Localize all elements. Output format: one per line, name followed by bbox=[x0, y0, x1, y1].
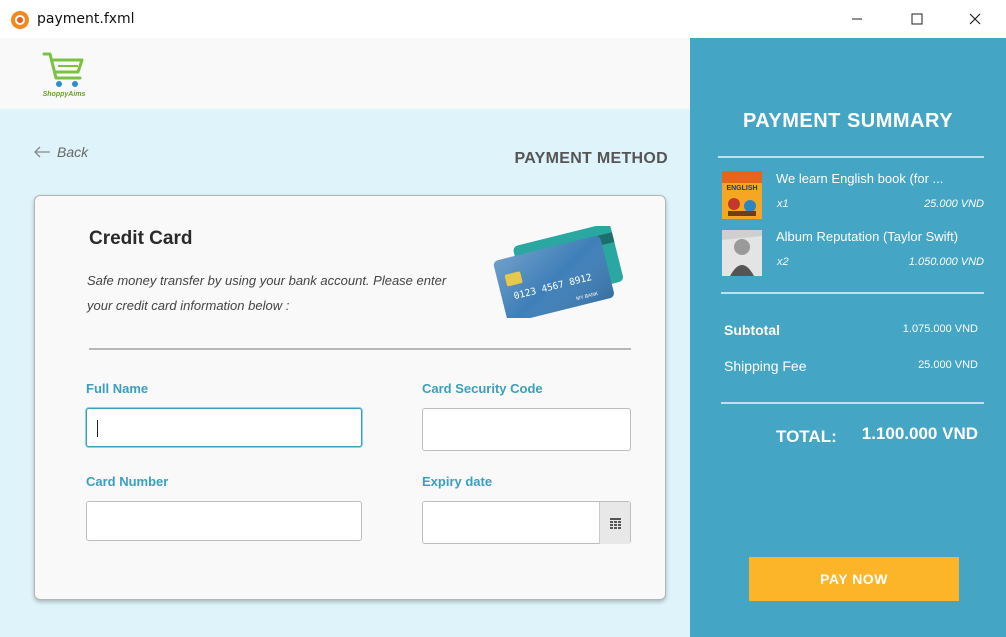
full-name-field[interactable] bbox=[86, 408, 362, 447]
total-value: 1.100.000 VND bbox=[861, 424, 978, 443]
minimize-icon bbox=[852, 18, 862, 20]
book-thumbnail: ENGLISH bbox=[722, 171, 762, 219]
shipping-fee-value: 25.000 VND bbox=[918, 359, 978, 371]
security-code-field[interactable] bbox=[422, 408, 631, 451]
window-titlebar: payment.fxml bbox=[0, 0, 1006, 38]
credit-card-illustration: 0123 4567 8912 MY BANK bbox=[493, 226, 623, 318]
subtotal-value: 1.075.000 VND bbox=[902, 323, 978, 335]
divider bbox=[721, 292, 984, 294]
item-quantity: x2 bbox=[777, 256, 789, 268]
card-description: Safe money transfer by using your bank a… bbox=[87, 273, 447, 313]
payment-method-panel: ShoppyAims Back PAYMENT METHOD Credit Ca… bbox=[0, 38, 690, 637]
minimize-button[interactable] bbox=[834, 0, 880, 38]
card-number-field[interactable] bbox=[86, 501, 362, 541]
subtotal-label: Subtotal bbox=[724, 322, 780, 338]
maximize-button[interactable] bbox=[894, 0, 940, 38]
divider bbox=[89, 348, 631, 350]
payment-summary-panel: PAYMENT SUMMARY ENGLISH We learn English… bbox=[690, 38, 1006, 637]
calendar-icon bbox=[609, 517, 621, 529]
shipping-fee-label: Shipping Fee bbox=[724, 358, 807, 374]
arrow-left-icon bbox=[34, 146, 50, 158]
total-label: TOTAL: bbox=[776, 427, 837, 446]
summary-title: PAYMENT SUMMARY bbox=[742, 110, 954, 132]
card-number-label: Card Number bbox=[86, 474, 169, 489]
maximize-icon bbox=[911, 13, 923, 25]
divider bbox=[721, 402, 984, 404]
text-caret bbox=[97, 420, 98, 437]
credit-card-form: Credit Card Safe money transfer by using… bbox=[34, 195, 666, 600]
header-bar: ShoppyAims bbox=[0, 38, 690, 109]
full-name-label: Full Name bbox=[86, 381, 149, 396]
order-item: Album Reputation (Taylor Swift) x2 1.050… bbox=[722, 229, 990, 279]
divider bbox=[718, 156, 984, 158]
expiry-date-field[interactable] bbox=[422, 501, 631, 544]
item-price: 25.000 VND bbox=[924, 198, 984, 210]
close-icon bbox=[969, 13, 981, 25]
close-button[interactable] bbox=[952, 0, 998, 38]
back-link[interactable]: Back bbox=[33, 144, 88, 160]
logo-text: ShoppyAims bbox=[43, 91, 86, 98]
shopping-cart-icon: ShoppyAims bbox=[42, 52, 86, 98]
security-code-label: Card Security Code bbox=[422, 381, 543, 396]
page-title: PAYMENT METHOD bbox=[514, 150, 668, 167]
app-icon bbox=[11, 11, 29, 29]
item-name: Album Reputation (Taylor Swift) bbox=[776, 229, 959, 244]
window-title: payment.fxml bbox=[37, 11, 135, 27]
card-title: Credit Card bbox=[89, 228, 193, 249]
date-picker-button[interactable] bbox=[599, 502, 630, 544]
item-price: 1.050.000 VND bbox=[908, 256, 984, 268]
expiry-date-label: Expiry date bbox=[422, 474, 493, 489]
order-item: ENGLISH We learn English book (for ... x… bbox=[722, 171, 990, 221]
album-thumbnail bbox=[722, 230, 762, 276]
item-name: We learn English book (for ... bbox=[776, 171, 944, 186]
item-quantity: x1 bbox=[777, 198, 789, 210]
book-thumb-text: ENGLISH bbox=[726, 185, 757, 192]
back-label: Back bbox=[57, 144, 89, 160]
pay-now-button[interactable]: PAY NOW bbox=[749, 557, 959, 601]
